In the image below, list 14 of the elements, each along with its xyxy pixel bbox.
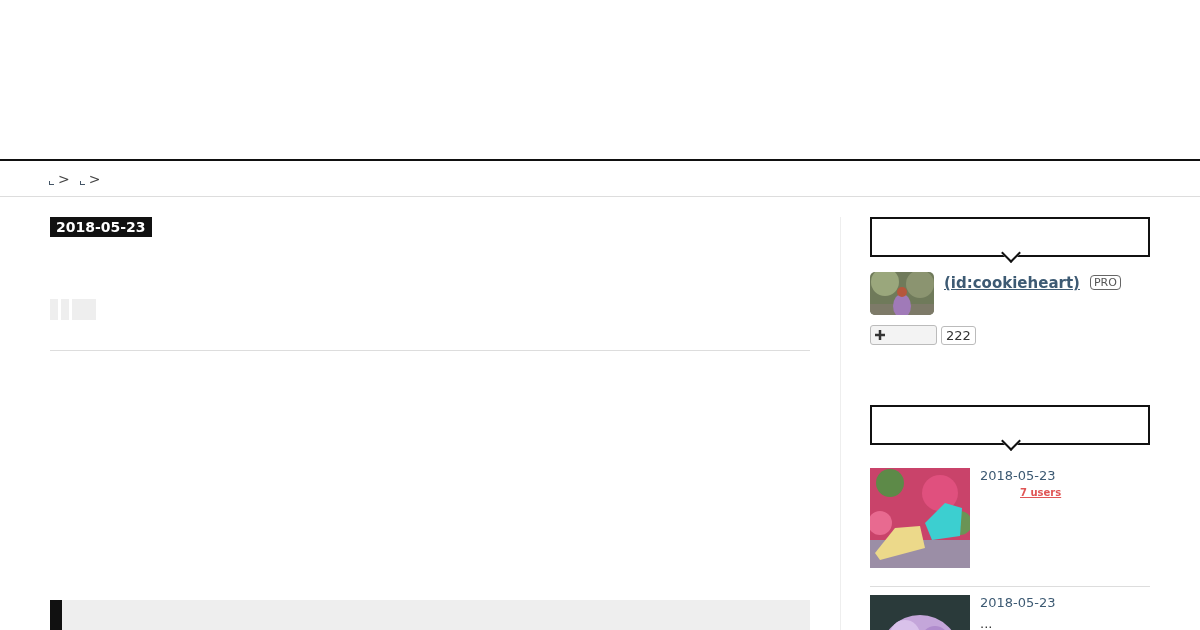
follower-count: 222 bbox=[941, 325, 976, 345]
follow-button[interactable] bbox=[870, 325, 937, 345]
breadcrumb-separator: > bbox=[88, 170, 101, 187]
pro-badge: PRO bbox=[1089, 275, 1121, 290]
entry-date: 2018-05-23 bbox=[980, 595, 1056, 610]
entry-excerpt: ... bbox=[980, 616, 994, 630]
profile-link[interactable]: (id:cookieheart) bbox=[944, 274, 1080, 292]
breadcrumb-link-icon[interactable] bbox=[49, 180, 54, 185]
entry-date: 2018-05-23 bbox=[980, 468, 1057, 483]
breadcrumb-link-icon[interactable] bbox=[79, 180, 85, 185]
bookmark-count-link[interactable]: 7 users bbox=[1020, 487, 1062, 498]
plus-icon bbox=[875, 330, 885, 340]
breadcrumb-separator: > bbox=[58, 170, 70, 187]
entry-date: 2018-05-23 bbox=[50, 217, 152, 237]
